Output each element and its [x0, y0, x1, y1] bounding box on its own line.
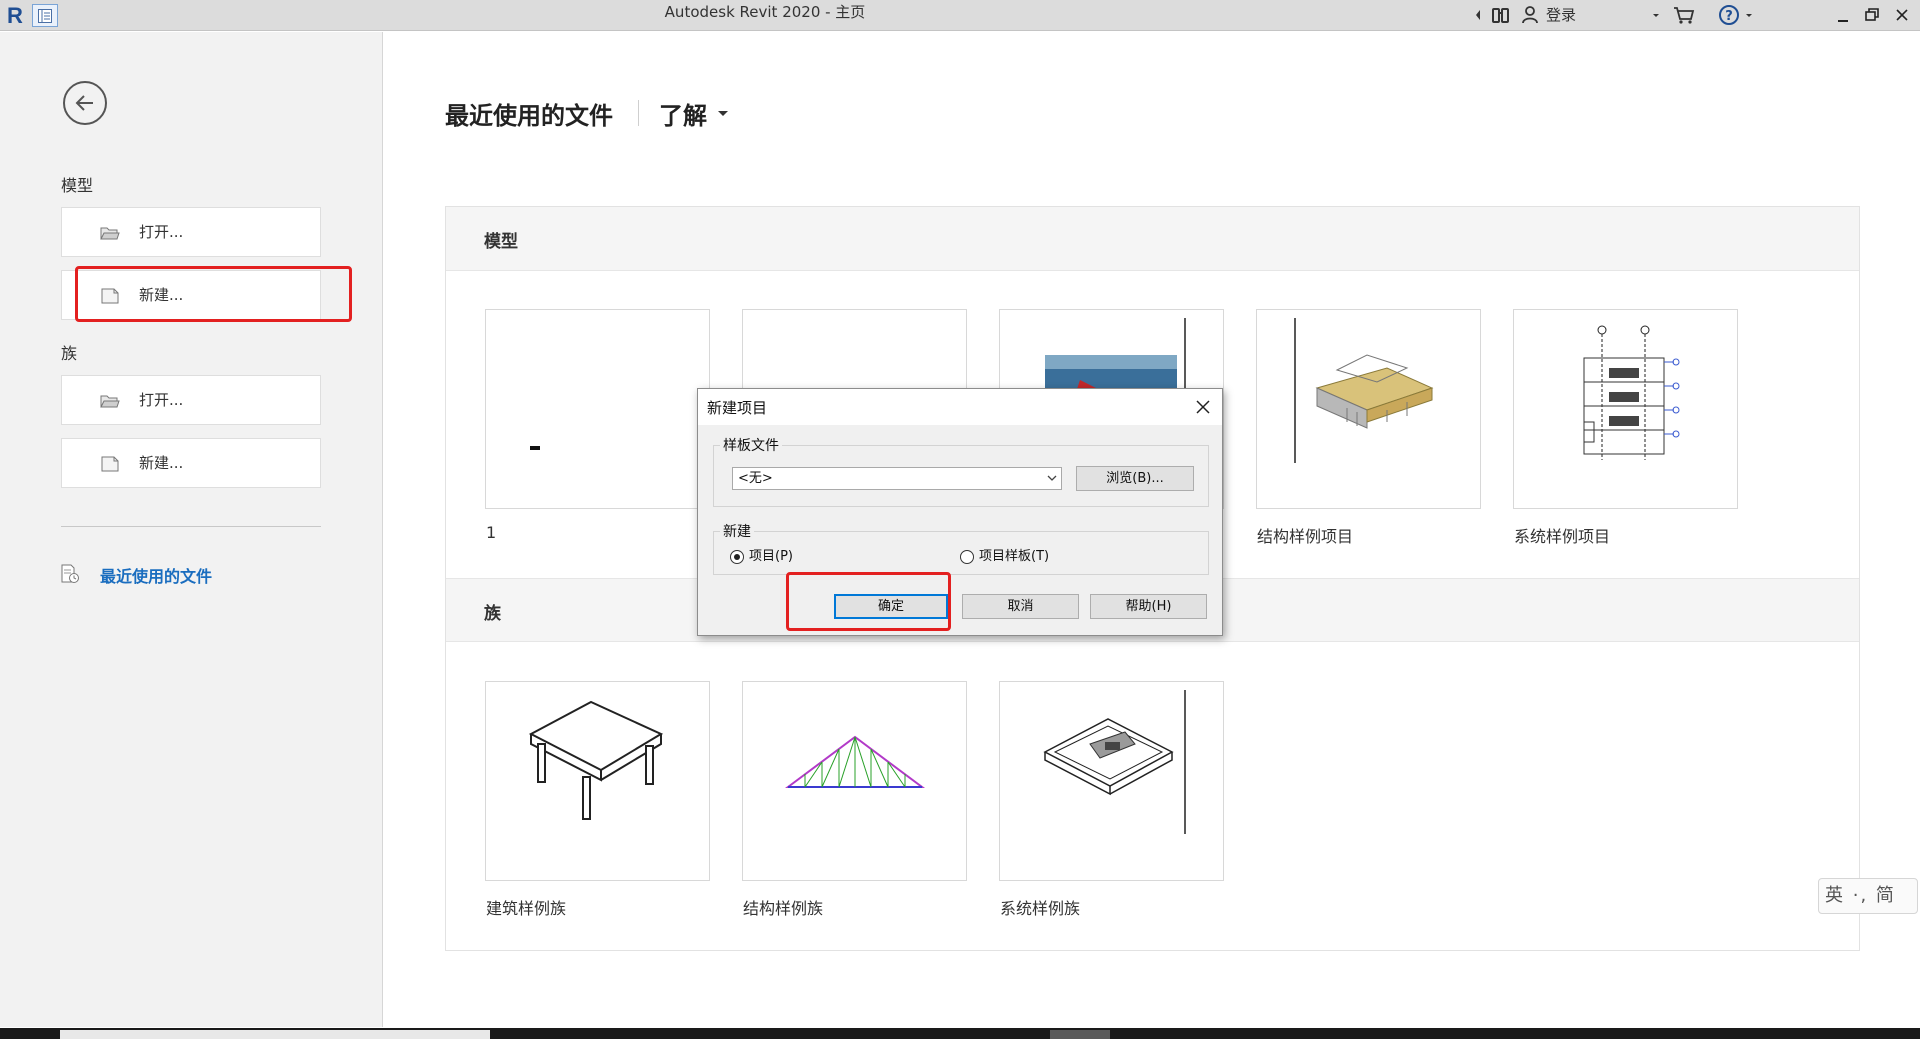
models-header-label: 模型: [484, 232, 518, 252]
dialog-close-icon[interactable]: [1194, 398, 1212, 416]
blank-thumb-icon: [530, 446, 540, 450]
taskbar: [0, 1028, 1920, 1039]
sidebar-divider: [61, 526, 321, 527]
family-open-button[interactable]: 打开...: [61, 375, 321, 425]
highlight-box-new-model: [75, 266, 352, 322]
families-header-label: 族: [484, 604, 501, 624]
family-thumbnail-2[interactable]: [742, 681, 967, 881]
model-thumbnail-1[interactable]: [485, 309, 710, 509]
window-title: Autodesk Revit 2020 - 主页: [664, 3, 866, 21]
highlight-box-ok: [786, 572, 951, 631]
minimize-icon[interactable]: [1836, 4, 1850, 26]
family-label-3[interactable]: 系统样例族: [1000, 895, 1080, 919]
family-new-label: 新建...: [139, 454, 184, 472]
family-label-2[interactable]: 结构样例族: [743, 895, 823, 919]
page-title: 最近使用的文件: [445, 102, 613, 130]
help-button[interactable]: 帮助(H): [1090, 594, 1207, 619]
structure-thumb-icon: [1294, 318, 1434, 463]
fixture-thumb-icon: [1043, 690, 1186, 834]
new-type-group-label: 新建: [720, 521, 754, 541]
new-project-dialog: 新建项目 样板文件 <无> 浏览(B)... 新建 项目(P) 项目样板(T) …: [697, 388, 1223, 636]
close-icon[interactable]: [1894, 4, 1910, 26]
open-folder-icon: [100, 227, 120, 240]
model-thumbnail-4[interactable]: [1256, 309, 1481, 509]
template-file-value: <无>: [738, 471, 773, 486]
new-file-icon: [101, 456, 119, 472]
cart-icon[interactable]: [1672, 4, 1696, 26]
family-open-label: 打开...: [139, 391, 184, 409]
left-panel: 模型 打开... 新建... 族 打开... 新建... 最近使用的文件: [0, 32, 383, 1027]
learn-dropdown-icon[interactable]: [718, 111, 728, 116]
taskbar-item[interactable]: [60, 1030, 490, 1039]
radio-project-label: 项目(P): [749, 549, 793, 564]
ime-indicator[interactable]: 英 ·, 简: [1818, 878, 1918, 914]
radio-template-circle: [960, 550, 974, 564]
model-label-4[interactable]: 结构样例项目: [1257, 523, 1353, 547]
dialog-title: 新建项目: [707, 399, 768, 417]
model-label-5[interactable]: 系统样例项目: [1514, 523, 1610, 547]
help-icon[interactable]: ?: [1718, 4, 1740, 26]
login-link[interactable]: 登录: [1546, 4, 1576, 26]
model-open-label: 打开...: [139, 223, 184, 241]
restore-icon[interactable]: [1864, 4, 1880, 26]
systems-thumb-icon: [1583, 325, 1680, 460]
back-arrow-icon[interactable]: [63, 81, 107, 125]
open-folder-icon: [100, 395, 120, 408]
recent-files-icon: [61, 564, 79, 583]
cancel-button[interactable]: 取消: [962, 594, 1079, 619]
model-thumbnail-5[interactable]: [1513, 309, 1738, 509]
radio-template-label: 项目样板(T): [979, 549, 1050, 564]
title-bar: R Autodesk Revit 2020 - 主页 登录 ?: [0, 0, 1920, 31]
radio-project-circle: [730, 550, 744, 564]
taskbar-item[interactable]: [1050, 1030, 1110, 1039]
browse-button[interactable]: 浏览(B)...: [1076, 466, 1194, 491]
template-file-select[interactable]: <无>: [732, 467, 1062, 490]
family-new-button[interactable]: 新建...: [61, 438, 321, 488]
family-section-label: 族: [61, 344, 78, 363]
family-label-1[interactable]: 建筑样例族: [486, 895, 566, 919]
learn-tab[interactable]: 了解: [659, 96, 707, 131]
model-label-1[interactable]: 1: [486, 523, 496, 542]
svg-text:?: ?: [1725, 9, 1733, 24]
model-open-button[interactable]: 打开...: [61, 207, 321, 257]
truss-thumb-icon: [784, 735, 926, 788]
dialog-title-bar: 新建项目: [698, 389, 1222, 425]
family-thumbnail-3[interactable]: [999, 681, 1224, 881]
model-section-label: 模型: [61, 176, 94, 195]
collapse-arrow-icon[interactable]: [1474, 4, 1482, 26]
table-thumb-icon: [528, 700, 664, 820]
family-thumbnail-1[interactable]: [485, 681, 710, 881]
binoculars-icon[interactable]: [1490, 4, 1512, 26]
help-dropdown-icon[interactable]: [1745, 4, 1753, 26]
title-separator: [638, 100, 639, 126]
login-dropdown-icon[interactable]: [1652, 4, 1660, 26]
recent-files-label: 最近使用的文件: [100, 567, 213, 586]
models-header: 模型: [446, 207, 1859, 271]
chevron-down-icon: [1047, 475, 1057, 481]
user-icon[interactable]: [1520, 4, 1540, 26]
template-file-group-label: 样板文件: [720, 435, 782, 455]
